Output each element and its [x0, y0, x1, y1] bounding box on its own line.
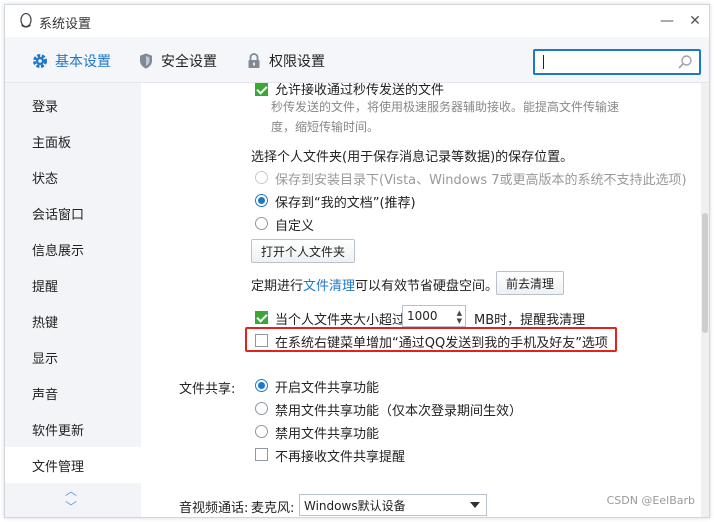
cleanup-suffix: 可以有效节省硬盘空间。: [355, 279, 499, 294]
file-cleanup-link[interactable]: 文件清理: [303, 279, 355, 294]
sidebar-item-software-update[interactable]: 软件更新: [5, 411, 141, 447]
tab-security-settings[interactable]: 安全设置: [137, 51, 217, 71]
tab-label: 基本设置: [55, 54, 111, 70]
tab-label: 安全设置: [161, 54, 217, 70]
cleanup-hint: 定期进行文件清理可以有效节省硬盘空间。: [251, 275, 498, 294]
sidebar-item-chat-window[interactable]: 会话窗口: [5, 195, 141, 231]
size-limit-stepper[interactable]: 1000 ▲ ▼: [402, 305, 466, 327]
av-call-label: 音视频通话:: [179, 501, 249, 516]
watermark: CSDN @EelBarb: [606, 494, 695, 507]
chevron-down-icon[interactable]: ﹀: [65, 499, 77, 515]
search-input[interactable]: [533, 49, 701, 75]
stepper-up-icon[interactable]: ▲: [457, 309, 462, 317]
radio-disable-file-share-session-label: 禁用文件共享功能（仅本次登录期间生效）: [275, 404, 523, 419]
mic-label: 麦克风:: [251, 501, 295, 516]
open-personal-folder-button[interactable]: 打开个人文件夹: [251, 239, 356, 263]
sidebar-item-info-display[interactable]: 信息展示: [5, 231, 141, 267]
shield-icon: [140, 53, 152, 69]
close-button[interactable]: ✕: [685, 13, 705, 29]
folder-location-heading: 选择个人文件夹(用于保存消息记录等数据)的保存位置。: [251, 150, 574, 165]
context-menu-checkbox[interactable]: [255, 334, 268, 347]
scrollbar[interactable]: [701, 83, 709, 517]
stepper-down-icon[interactable]: ▼: [457, 317, 462, 325]
radio-save-my-documents-label: 保存到“我的文档”(推荐): [275, 196, 416, 211]
mic-select[interactable]: Windows默认设备: [299, 494, 487, 516]
sidebar-item-sound[interactable]: 声音: [5, 375, 141, 411]
scrollbar-thumb[interactable]: [702, 213, 708, 333]
radio-save-install-dir[interactable]: [255, 171, 268, 184]
sidebar: 登录 主面板 状态 会话窗口 信息展示 提醒 热键 显示 声音 软件更新 文件管…: [5, 83, 141, 517]
settings-content: 允许接收通过秒传发送的文件 秒传发送的文件，将使用极速服务器辅助接收。能提高文件…: [141, 83, 703, 517]
size-limit-value: 1000: [407, 309, 438, 323]
tab-label: 权限设置: [269, 54, 325, 70]
radio-save-install-dir-label: 保存到安装目录下(Vista、Windows 7或更高版本的系统不支持此选项): [275, 173, 687, 188]
lock-icon: [248, 53, 260, 68]
sidebar-item-login[interactable]: 登录: [5, 87, 141, 123]
radio-disable-file-share-session[interactable]: [255, 402, 268, 415]
radio-custom[interactable]: [255, 217, 268, 230]
tab-bar: 基本设置 安全设置 权限设置: [5, 37, 709, 83]
radio-enable-file-share-label: 开启文件共享功能: [275, 381, 380, 396]
qq-penguin-icon: [20, 13, 32, 28]
size-limit-suffix: MB时，提醒我清理: [474, 313, 586, 328]
tab-permission-settings[interactable]: 权限设置: [245, 51, 325, 71]
sidebar-item-main-panel[interactable]: 主面板: [5, 123, 141, 159]
size-limit-checkbox[interactable]: [255, 311, 268, 324]
sidebar-scroll-arrows: ︿ ﹀: [65, 483, 77, 515]
radio-disable-file-share[interactable]: [255, 425, 268, 438]
context-menu-label: 在系统右键菜单增加“通过QQ发送到我的手机及好友”选项: [275, 336, 608, 351]
sidebar-item-display[interactable]: 显示: [5, 339, 141, 375]
sidebar-item-reminder[interactable]: 提醒: [5, 267, 141, 303]
radio-disable-file-share-label: 禁用文件共享功能: [275, 427, 380, 442]
no-share-reminder-label: 不再接收文件共享提醒: [275, 450, 406, 465]
mic-select-value: Windows默认设备: [304, 498, 406, 513]
chevron-up-icon[interactable]: ︿: [65, 483, 77, 499]
size-limit-prefix: 当个人文件夹大小超过: [275, 313, 406, 328]
tab-basic-settings[interactable]: 基本设置: [31, 51, 111, 71]
instant-transfer-note: 秒传发送的文件，将使用极速服务器辅助接收。能提高文件传输速度，缩短传输时间。: [271, 100, 620, 134]
radio-custom-label: 自定义: [275, 219, 315, 234]
text-caret: [543, 55, 544, 69]
search-icon[interactable]: [677, 54, 693, 70]
instant-transfer-checkbox[interactable]: [255, 83, 268, 96]
file-share-label: 文件共享:: [179, 382, 236, 397]
radio-enable-file-share[interactable]: [255, 379, 268, 392]
radio-save-my-documents[interactable]: [255, 194, 268, 207]
gear-icon: [33, 54, 47, 68]
sidebar-item-file-management[interactable]: 文件管理: [5, 447, 141, 483]
instant-transfer-label: 允许接收通过秒传发送的文件: [275, 83, 445, 98]
sidebar-item-status[interactable]: 状态: [5, 159, 141, 195]
title-bar[interactable]: 系统设置 — ✕: [5, 5, 709, 37]
no-share-reminder-checkbox[interactable]: [255, 448, 268, 461]
go-clean-button[interactable]: 前去清理: [496, 271, 565, 295]
settings-window: 系统设置 — ✕ 基本设置 安全设置 权限设置 登录 主面板 状态 会话窗口 信…: [4, 4, 710, 518]
cleanup-prefix: 定期进行: [251, 279, 304, 294]
minimize-button[interactable]: —: [657, 13, 677, 29]
chevron-down-icon: [470, 502, 480, 508]
window-title: 系统设置: [39, 17, 92, 32]
sidebar-item-hotkeys[interactable]: 热键: [5, 303, 141, 339]
